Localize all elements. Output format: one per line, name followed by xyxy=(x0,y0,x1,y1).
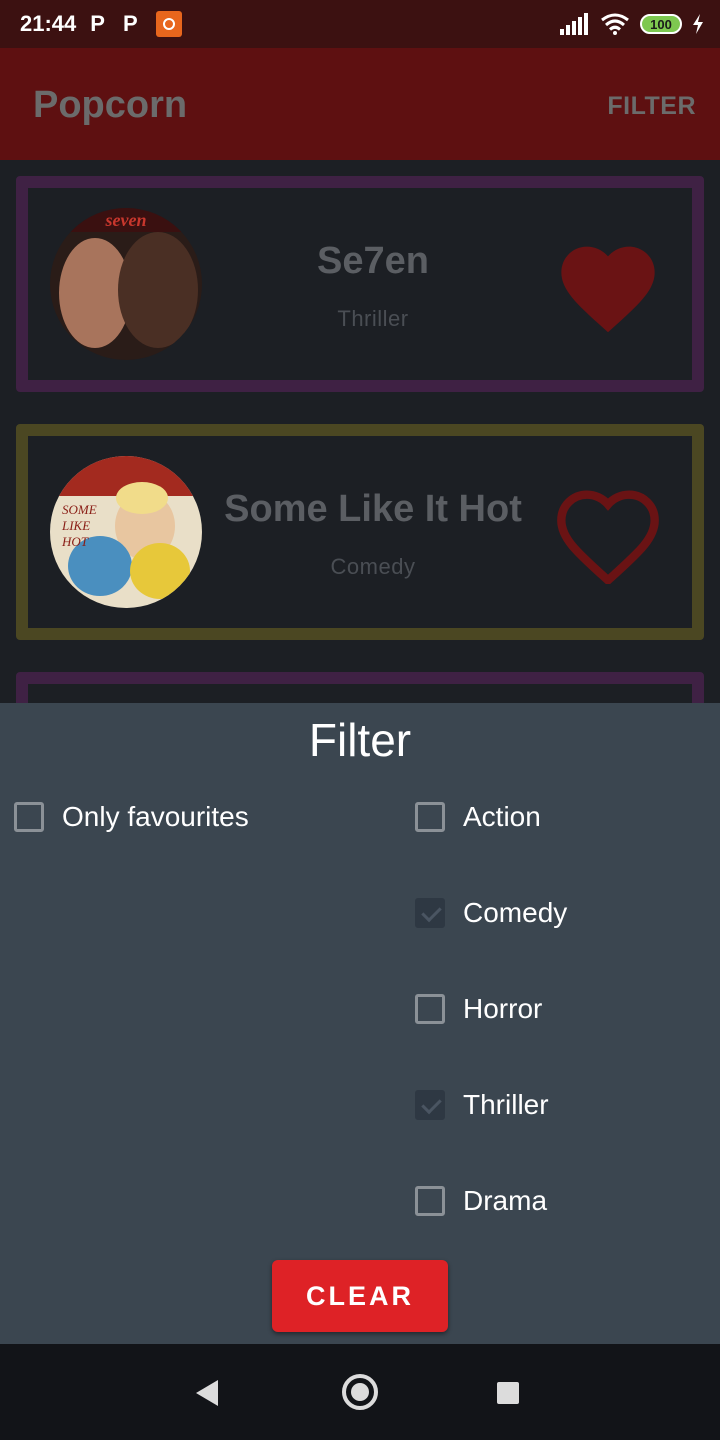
clear-button[interactable]: CLEAR xyxy=(272,1260,448,1332)
status-time: 21:44 xyxy=(20,11,77,36)
checkbox-box[interactable] xyxy=(415,802,445,832)
status-bar: 21:44 P P 100 xyxy=(0,0,720,48)
movie-card[interactable]: SOME LIKE HOT Some Like It Hot Comedy xyxy=(16,424,704,640)
checkbox-box-checked[interactable] xyxy=(415,898,445,928)
checkbox-label: Drama xyxy=(463,1185,548,1216)
checkbox-box[interactable] xyxy=(415,994,445,1024)
checkbox-horror[interactable]: Horror xyxy=(415,985,542,1033)
filter-sheet: Filter Only favourites Action Comedy Hor… xyxy=(0,703,720,1344)
checkbox-thriller[interactable]: Thriller xyxy=(415,1081,549,1129)
checkbox-label: Action xyxy=(463,801,541,832)
wifi-icon xyxy=(601,13,629,35)
checkbox-only-favourites[interactable]: Only favourites xyxy=(14,793,249,841)
movie-card[interactable]: seven Se7en Thriller xyxy=(16,176,704,392)
checkbox-comedy[interactable]: Comedy xyxy=(415,889,567,937)
svg-text:LIKE: LIKE xyxy=(61,518,90,533)
checkbox-label: Thriller xyxy=(463,1089,549,1120)
heart-outline-icon[interactable] xyxy=(552,480,664,584)
movie-genre: Comedy xyxy=(330,554,416,579)
charging-icon xyxy=(693,14,703,34)
filter-button[interactable]: FILTER xyxy=(607,92,696,121)
movie-title: Some Like It Hot xyxy=(224,488,522,530)
checkbox-action[interactable]: Action xyxy=(415,793,541,841)
movie-genre: Thriller xyxy=(337,306,409,331)
svg-text:SOME: SOME xyxy=(62,502,97,517)
screen-recorder-icon xyxy=(155,11,182,37)
movie-poster: SOME LIKE HOT xyxy=(50,456,202,608)
movie-title: Se7en xyxy=(317,240,429,282)
svg-text:seven: seven xyxy=(105,210,147,230)
checkbox-box[interactable] xyxy=(14,802,44,832)
home-circle-icon[interactable] xyxy=(342,1374,378,1410)
signal-icon xyxy=(560,13,588,35)
checkbox-label: Only favourites xyxy=(62,801,249,832)
checkbox-box-checked[interactable] xyxy=(415,1090,445,1120)
recents-square-icon[interactable] xyxy=(497,1382,519,1404)
back-triangle-icon[interactable] xyxy=(196,1380,218,1406)
checkbox-label: Comedy xyxy=(463,897,568,928)
system-nav-bar xyxy=(0,1344,720,1440)
checkbox-box[interactable] xyxy=(415,1186,445,1216)
svg-text:HOT: HOT xyxy=(61,534,89,549)
heart-filled-icon[interactable] xyxy=(552,232,664,336)
battery-icon: 100 xyxy=(640,14,682,34)
app-bar: Popcorn FILTER xyxy=(0,48,720,160)
checkbox-drama[interactable]: Drama xyxy=(415,1177,547,1225)
filter-sheet-title: Filter xyxy=(308,714,412,766)
notification-p-icon: P xyxy=(122,11,138,36)
notification-p-icon: P xyxy=(90,11,105,36)
movie-poster: seven xyxy=(50,208,202,360)
checkbox-label: Horror xyxy=(463,993,543,1024)
app-title: Popcorn xyxy=(33,84,188,126)
